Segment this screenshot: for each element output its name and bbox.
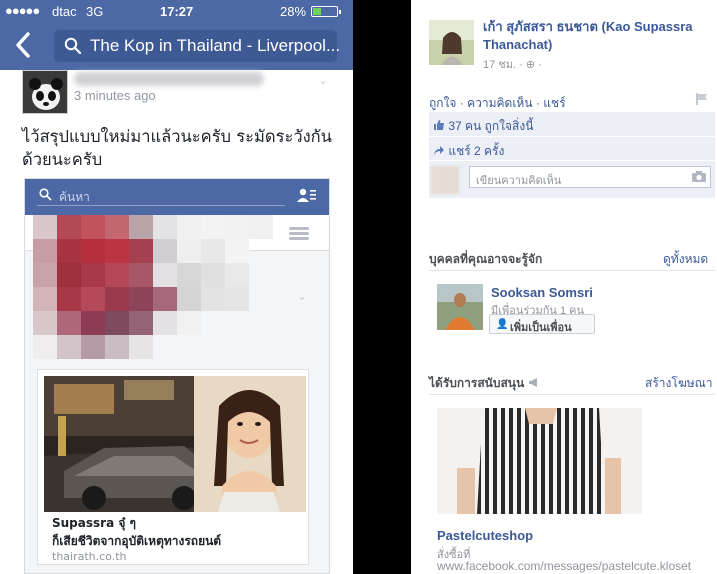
- feed-post: 3 minutes ago ⌄ ไว้สรุปแบบใหม่มาแล้วนะคร…: [0, 70, 353, 574]
- ios-status-bar: ●●●●● dtac 3G 17:27 28%: [0, 0, 353, 22]
- author-name-blurred: [74, 72, 264, 86]
- signal-strength-icon: ●●●●●: [5, 3, 40, 18]
- search-icon: [39, 188, 52, 201]
- status-time: 17:27: [160, 4, 194, 19]
- person-photo-icon: [437, 284, 483, 330]
- chevron-down-icon: ⌄: [297, 289, 308, 303]
- link-subtitle: ก็เสียชีวิตจากอุบัติเหตุทางรถยนต์: [52, 534, 222, 548]
- carrier-label: dtac: [52, 4, 77, 19]
- thumbs-up-icon: [434, 120, 444, 130]
- author-name[interactable]: เก้า สุภัสสรา ธนชาต (Kao Supassra Thanac…: [483, 18, 713, 54]
- embedded-search-field: ค้นหา: [37, 186, 285, 206]
- screenshot-root: ●●●●● dtac 3G 17:27 28% The Kop in Thail…: [0, 0, 717, 574]
- megaphone-icon: [528, 378, 537, 387]
- comment-placeholder: เขียนความคิดเห็น: [476, 175, 562, 187]
- engagement-box: 37 คน ถูกใจสิ่งนี้ แชร์ 2 ครั้ง เขียนควา…: [429, 112, 715, 198]
- avatar[interactable]: [22, 70, 68, 114]
- suggested-person-name[interactable]: Sooksan Somsri: [491, 285, 593, 300]
- add-friend-button[interactable]: 👤 เพิ่มเป็นเพื่อน: [489, 314, 595, 334]
- panda-avatar-icon: [23, 71, 67, 113]
- back-button[interactable]: [12, 30, 38, 60]
- avatar[interactable]: [429, 20, 474, 65]
- post-actions[interactable]: ถูกใจ · ความคิดเห็น · แชร์: [429, 94, 566, 113]
- search-field[interactable]: The Kop in Thailand - Liverpool...: [54, 30, 341, 62]
- search-text: The Kop in Thailand - Liverpool...: [90, 36, 341, 55]
- share-icon: [434, 146, 444, 155]
- chevron-left-icon: [16, 32, 30, 58]
- people-you-may-know-heading: บุคคลที่คุณอาจจะรู้จัก: [429, 252, 543, 266]
- embedded-top-bar: ค้นหา: [25, 179, 329, 215]
- add-friend-icon: 👤: [496, 319, 509, 330]
- link-title: Supassra จุ๋ ๆ: [52, 516, 137, 530]
- post-time: 3 minutes ago: [74, 88, 156, 103]
- flag-icon[interactable]: [696, 93, 708, 105]
- shares-count[interactable]: แชร์ 2 ครั้ง: [433, 142, 504, 161]
- desktop-facebook-panel: เก้า สุภัสสรา ธนชาต (Kao Supassra Thanac…: [411, 0, 717, 574]
- camera-icon[interactable]: [692, 171, 706, 182]
- nav-bar: The Kop in Thailand - Liverpool...: [0, 22, 353, 70]
- suggested-person-avatar[interactable]: [437, 284, 483, 330]
- black-divider: [353, 0, 411, 574]
- sponsored-heading: ได้รับการสนับสนุน: [429, 374, 539, 393]
- comment-input[interactable]: เขียนความคิดเห็น: [469, 166, 711, 188]
- see-all-link[interactable]: ดูทั้งหมด: [663, 250, 708, 269]
- ad-url[interactable]: www.facebook.com/messages/pastelcute.klo…: [437, 559, 691, 573]
- profile-photo-icon: [429, 20, 474, 65]
- news-photo: [44, 376, 306, 512]
- ad-name[interactable]: Pastelcuteshop: [437, 528, 533, 543]
- post-meta: 17 ชม. · ⊕ ·: [483, 59, 542, 71]
- create-ad-link[interactable]: สร้างโฆษณา: [645, 374, 713, 393]
- link-preview-card[interactable]: Supassra จุ๋ ๆ ก็เสียชีวิตจากอุบัติเหตุท…: [37, 369, 309, 565]
- embedded-screenshot[interactable]: ค้นหา ⌄ Supassra จุ๋ ๆ ก็เสียชีวิตจากอุบ…: [24, 178, 330, 574]
- likes-count[interactable]: 37 คน ถูกใจสิ่งนี้: [433, 117, 533, 136]
- battery-icon: [311, 6, 341, 17]
- post-text: ไว้สรุปแบบใหม่มาแล้วนะครับ ระมัดระวังกัน…: [22, 127, 332, 169]
- ad-image[interactable]: [437, 408, 642, 514]
- phone-screen: ●●●●● dtac 3G 17:27 28% The Kop in Thail…: [0, 0, 353, 574]
- link-source: thairath.co.th: [52, 550, 127, 563]
- friend-requests-icon: [297, 187, 317, 207]
- search-icon: [64, 37, 82, 55]
- embedded-search-placeholder: ค้นหา: [59, 190, 90, 204]
- pixelated-region: [33, 215, 297, 365]
- battery-percent: 28%: [280, 4, 307, 19]
- network-type: 3G: [86, 4, 104, 19]
- add-friend-label: เพิ่มเป็นเพื่อน: [510, 322, 572, 334]
- chevron-down-icon[interactable]: ⌄: [318, 73, 328, 87]
- commenter-avatar: [431, 166, 459, 194]
